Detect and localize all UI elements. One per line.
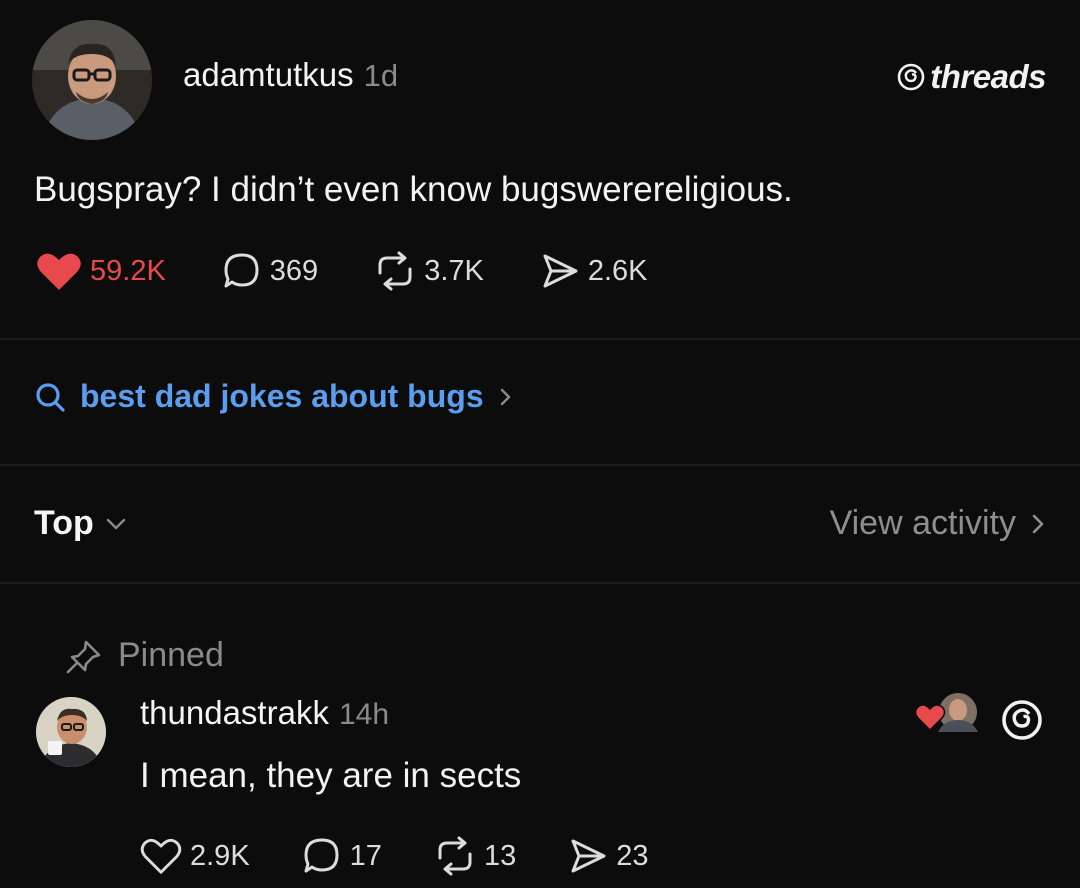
- heart-filled-icon: [37, 253, 81, 290]
- reply-avatar[interactable]: [36, 697, 106, 767]
- pin-icon: [66, 640, 101, 673]
- view-activity-label: View activity: [829, 504, 1016, 542]
- reply-like-count: 2.9K: [190, 839, 250, 872]
- author-avatar[interactable]: [32, 20, 152, 140]
- repost-button[interactable]: 3.7K: [374, 251, 484, 291]
- avatar-image: [32, 20, 152, 140]
- repost-count: 3.7K: [424, 254, 484, 287]
- pinned-label: Pinned: [118, 636, 224, 674]
- reply-count: 369: [269, 254, 319, 287]
- reply-timestamp: 14h: [338, 698, 390, 731]
- search-suggestion[interactable]: best dad jokes about bugs: [34, 378, 514, 415]
- send-icon: [571, 839, 606, 873]
- heart-icon: [140, 838, 182, 874]
- reply-username[interactable]: thundastrakk: [140, 694, 329, 732]
- reply-actions: 2.9K 17 13 23: [140, 836, 700, 876]
- chevron-down-icon: [106, 518, 125, 529]
- brand-name: threads: [930, 58, 1046, 95]
- share-count: 2.6K: [587, 254, 648, 287]
- post-text: Bugspray? I didn’t even know bugswererel…: [34, 170, 793, 209]
- reply-text: I mean, they are in sects: [140, 756, 522, 795]
- threads-logo-icon: [897, 63, 925, 91]
- reply-comment-count: 17: [349, 839, 382, 872]
- comment-icon: [224, 253, 259, 288]
- share-button[interactable]: 2.6K: [540, 251, 648, 291]
- like-count: 59.2K: [90, 254, 166, 287]
- pinned-indicator: Pinned: [64, 636, 224, 675]
- threads-app-icon[interactable]: [1000, 698, 1044, 742]
- sort-dropdown[interactable]: Top: [34, 504, 128, 543]
- liked-by-author-badge: [914, 691, 979, 733]
- divider: [0, 338, 1080, 340]
- reply-share-button[interactable]: 23: [568, 836, 648, 876]
- send-icon: [543, 254, 578, 288]
- reply-repost-button[interactable]: 13: [434, 836, 516, 876]
- avatar-image: [36, 697, 106, 767]
- author-username[interactable]: adamtutkus: [183, 56, 354, 94]
- comment-icon: [304, 838, 339, 873]
- divider: [0, 582, 1080, 584]
- reply-comment-button[interactable]: 17: [302, 836, 382, 876]
- divider: [0, 464, 1080, 466]
- reply-header: thundastrakk 14h: [140, 694, 389, 732]
- reply-share-count: 23: [616, 839, 649, 872]
- like-button[interactable]: 59.2K: [36, 250, 166, 292]
- view-activity-link[interactable]: View activity: [830, 504, 1046, 543]
- search-icon: [36, 382, 65, 412]
- chevron-right-icon: [1032, 514, 1044, 533]
- post-header: adamtutkus 1d: [183, 56, 398, 94]
- reply-like-button[interactable]: 2.9K: [140, 837, 250, 875]
- repost-icon: [438, 836, 472, 876]
- reply-button[interactable]: 369: [222, 251, 318, 291]
- reply-repost-count: 13: [483, 839, 517, 872]
- sort-label: Top: [34, 504, 94, 542]
- chevron-right-icon: [500, 388, 510, 405]
- search-suggestion-text: best dad jokes about bugs: [80, 378, 484, 414]
- post-timestamp: 1d: [363, 58, 399, 93]
- repost-icon: [378, 251, 412, 291]
- threads-brand: threads: [896, 58, 1046, 96]
- post-actions: 59.2K 369 3.7K 2.6K: [36, 250, 704, 292]
